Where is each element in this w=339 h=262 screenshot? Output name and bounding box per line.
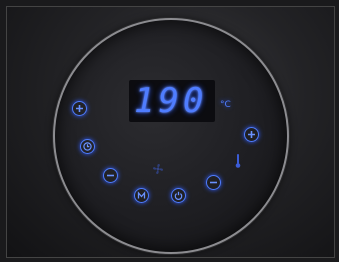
timer-button[interactable] bbox=[80, 139, 95, 154]
m-icon bbox=[137, 191, 146, 199]
heat-indicator bbox=[234, 153, 242, 169]
plus-icon bbox=[76, 105, 83, 112]
fan-icon bbox=[153, 164, 163, 174]
power-icon bbox=[174, 191, 183, 200]
control-dial: 190 °C bbox=[53, 18, 289, 254]
photo-frame: 190 °C bbox=[6, 6, 335, 258]
minus-icon bbox=[107, 174, 114, 177]
thermometer-icon bbox=[235, 154, 241, 168]
fan-indicator bbox=[150, 161, 166, 177]
time-minus-button[interactable] bbox=[206, 175, 221, 190]
temperature-plus-button[interactable] bbox=[72, 101, 87, 116]
mode-button[interactable] bbox=[134, 188, 149, 203]
minus-icon bbox=[210, 181, 217, 184]
clock-icon bbox=[83, 142, 92, 151]
temperature-readout: 190 bbox=[134, 81, 208, 121]
plus-icon bbox=[248, 131, 255, 138]
temperature-minus-button[interactable] bbox=[103, 168, 118, 183]
time-plus-button[interactable] bbox=[244, 127, 259, 142]
temperature-unit: °C bbox=[220, 100, 231, 110]
power-button[interactable] bbox=[171, 188, 186, 203]
